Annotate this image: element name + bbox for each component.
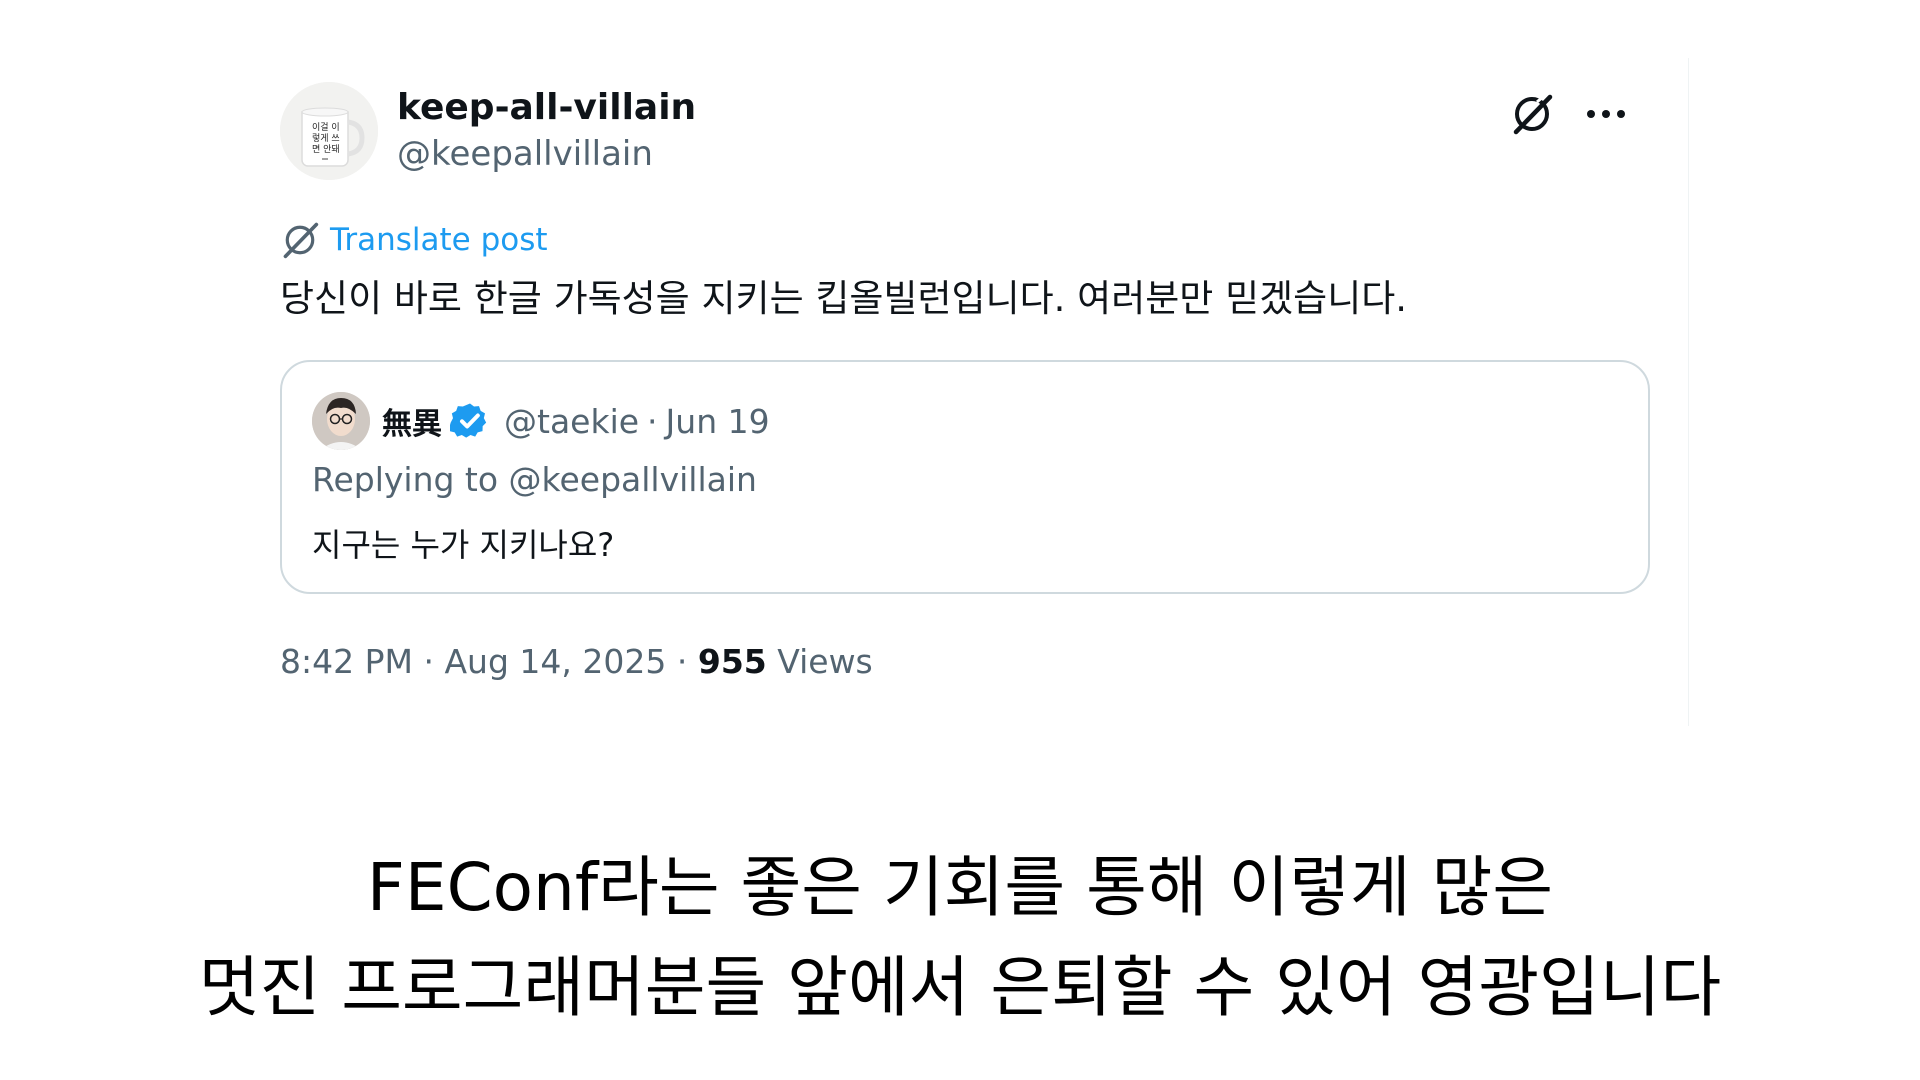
post-meta: 8:42 PM · Aug 14, 2025 · 955 Views: [280, 642, 873, 681]
translate-icon: [283, 222, 319, 259]
quoted-date[interactable]: Jun 19: [666, 402, 770, 441]
column-divider: [1688, 58, 1689, 726]
meta-separator: ·: [423, 642, 434, 681]
meta-separator: ·: [676, 642, 688, 681]
header-actions: [1508, 90, 1630, 138]
author-handle[interactable]: @keepallvillain: [397, 130, 696, 178]
replying-to[interactable]: Replying to @keepallvillain: [312, 460, 757, 499]
verified-badge-icon: [450, 401, 490, 441]
views-label[interactable]: Views: [777, 642, 873, 681]
quoted-post[interactable]: 無異 @taekie · Jun 19 Replying to @keepall…: [280, 360, 1650, 594]
mug-avatar-image: 이걸 이 렇게 쓰 면 안돼: [280, 82, 378, 180]
quoted-handle[interactable]: @taekie: [504, 402, 639, 441]
avatar-text-2: 렇게 쓰: [312, 133, 340, 144]
post-date[interactable]: Aug 14, 2025: [444, 642, 666, 681]
quoted-display-name[interactable]: 無異: [382, 399, 442, 443]
translate-label: Translate post: [330, 222, 548, 258]
quoted-avatar[interactable]: [312, 392, 370, 450]
caption-line-2: 멋진 프로그래머분들 앞에서 은퇴할 수 있어 영광입니다: [198, 949, 1722, 1026]
avatar[interactable]: 이걸 이 렇게 쓰 면 안돼: [280, 82, 378, 180]
quoted-separator: ·: [647, 401, 658, 441]
person-avatar-image: [312, 392, 370, 450]
quoted-post-header: 無異 @taekie · Jun 19: [312, 392, 770, 450]
author-names: keep-all-villain @keepallvillain: [397, 86, 696, 178]
quoted-text: 지구는 누가 지키나요?: [312, 526, 615, 564]
post-text: 당신이 바로 한글 가독성을 지키는 킵올빌런입니다. 여러분만 믿겠습니다.: [280, 277, 1408, 320]
caption-line-1: FEConf라는 좋은 기회를 통해 이렇게 많은: [366, 849, 1554, 926]
translate-post-link[interactable]: Translate post: [280, 220, 548, 260]
post-time[interactable]: 8:42 PM: [280, 642, 413, 681]
slide-caption: FEConf라는 좋은 기회를 통해 이렇게 많은 멋진 프로그래머분들 앞에서…: [0, 838, 1920, 1038]
avatar-text-3: 면 안돼: [312, 144, 340, 155]
more-icon[interactable]: [1582, 90, 1630, 138]
views-count[interactable]: 955: [698, 642, 767, 681]
author-display-name[interactable]: keep-all-villain: [397, 86, 696, 130]
post-header: 이걸 이 렇게 쓰 면 안돼 keep-all-villain @keepall…: [280, 82, 1652, 182]
post: 이걸 이 렇게 쓰 면 안돼 keep-all-villain @keepall…: [280, 82, 1652, 681]
slide: 이걸 이 렇게 쓰 면 안돼 keep-all-villain @keepall…: [0, 0, 1920, 1080]
avatar-text-1: 이걸 이: [312, 122, 340, 133]
grok-icon[interactable]: [1508, 90, 1556, 138]
